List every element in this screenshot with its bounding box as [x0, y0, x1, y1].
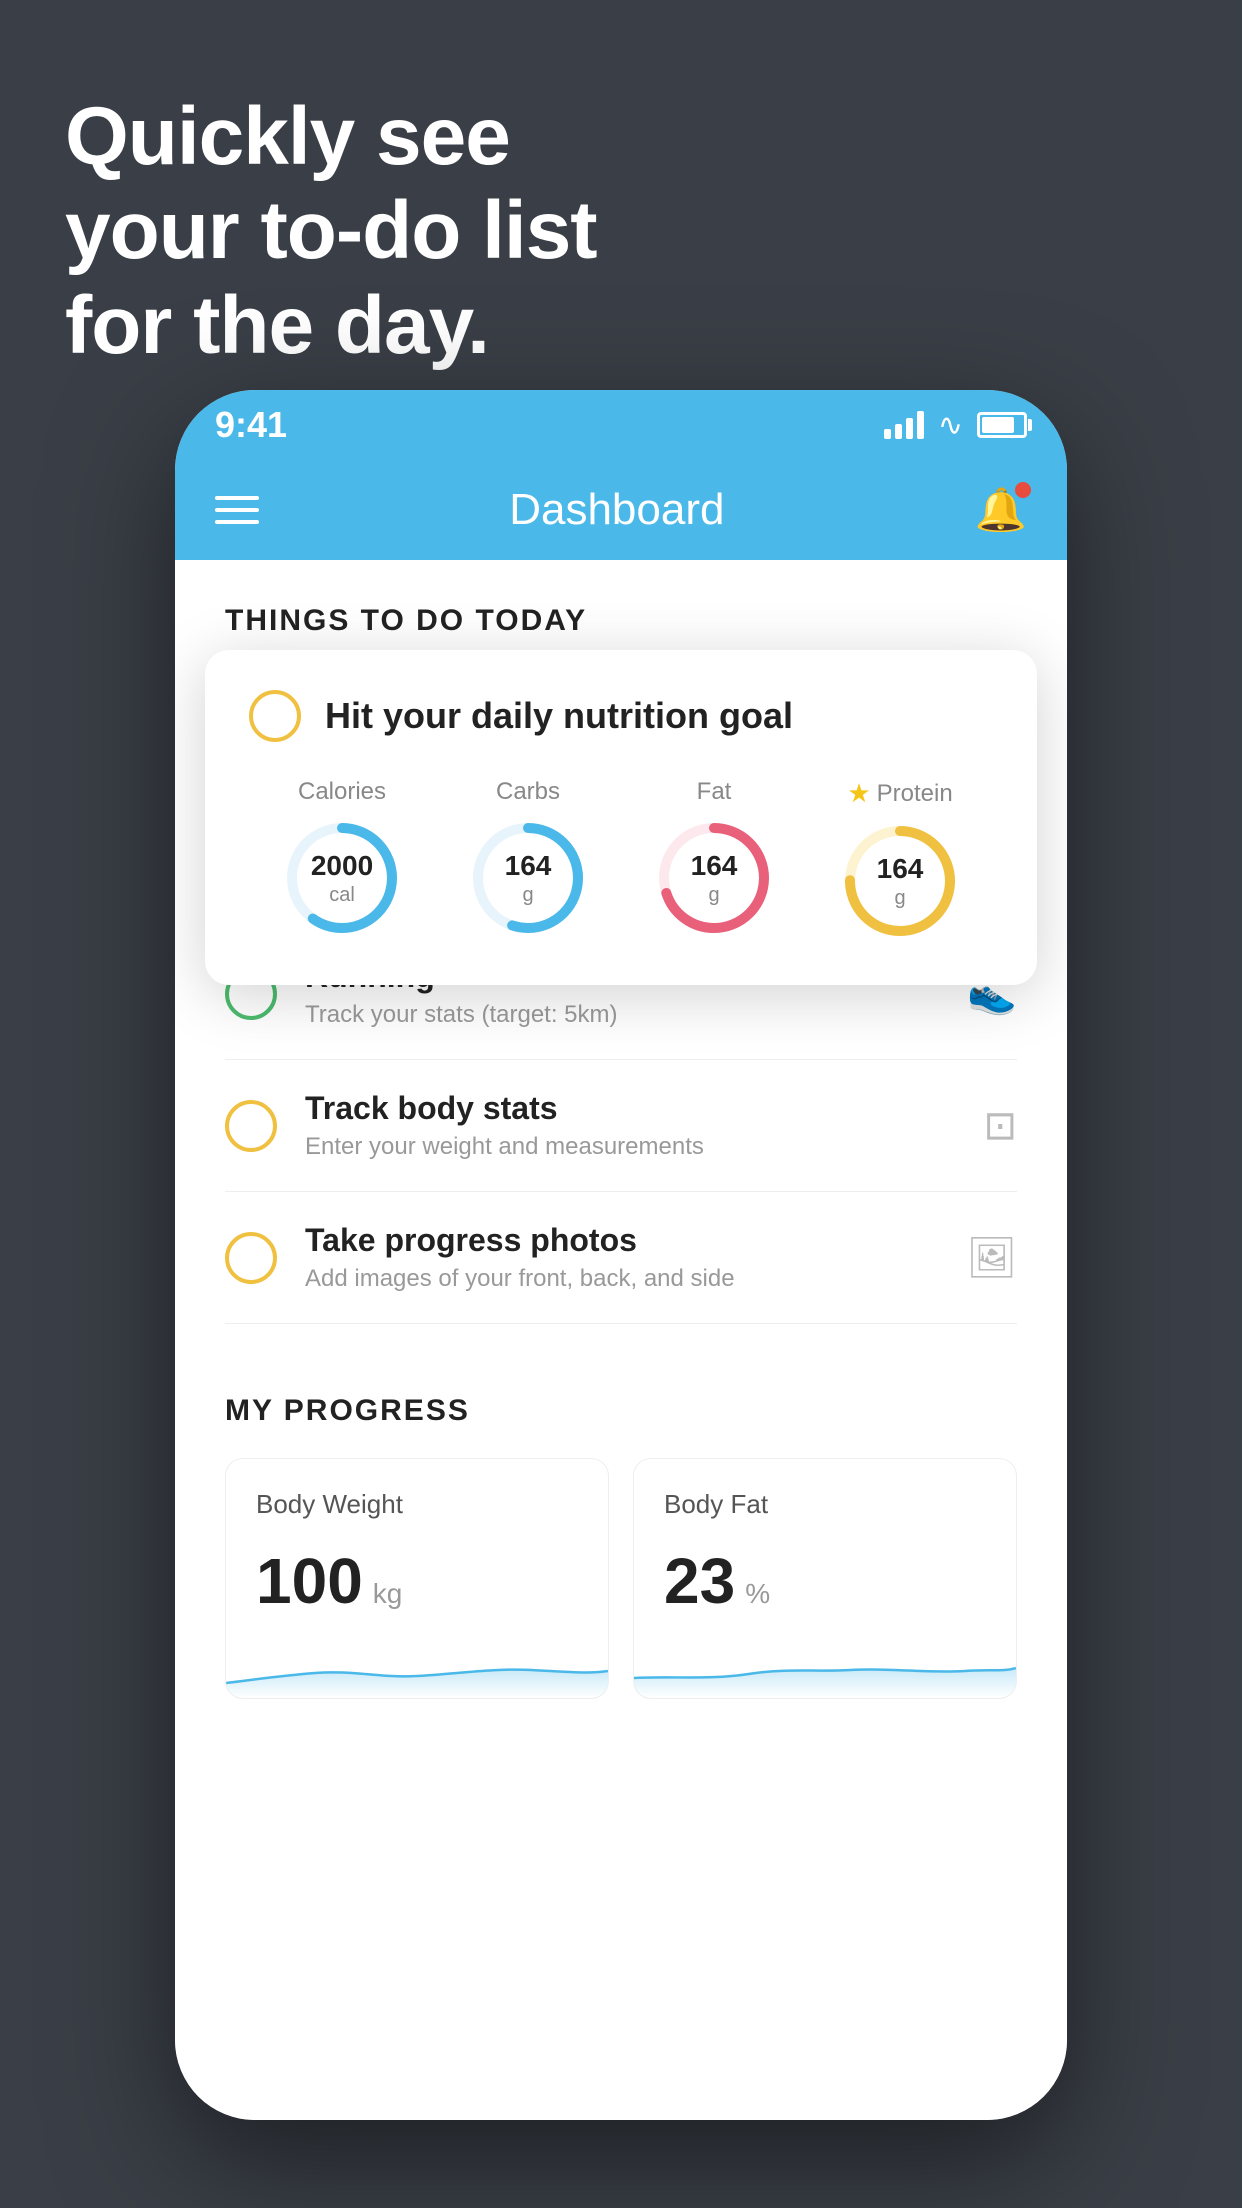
- photos-checkbox[interactable]: [225, 1232, 277, 1284]
- body-stats-title: Track body stats: [305, 1090, 955, 1127]
- nutrition-card: Hit your daily nutrition goal Calories 2…: [205, 650, 1037, 985]
- nutrition-fat: Fat 164 g: [654, 778, 774, 938]
- body-fat-card-title: Body Fat: [664, 1489, 986, 1520]
- calories-label: Calories: [298, 778, 386, 806]
- body-fat-card[interactable]: Body Fat 23 %: [633, 1458, 1017, 1699]
- main-content: THINGS TO DO TODAY Hit your daily nutrit…: [175, 560, 1067, 2120]
- nutrition-carbs: Carbs 164 g: [468, 778, 588, 938]
- carbs-ring: 164 g: [468, 818, 588, 938]
- headline-line2: your to-do list: [65, 185, 597, 276]
- headline-line3: for the day.: [65, 280, 489, 371]
- fat-unit: g: [691, 883, 738, 907]
- fat-ring: 164 g: [654, 818, 774, 938]
- body-fat-value: 23: [664, 1544, 735, 1618]
- signal-icon: [884, 411, 924, 439]
- photos-subtitle: Add images of your front, back, and side: [305, 1265, 938, 1293]
- phone-mockup: 9:41 ∿ Dashboard 🔔 THINGS TO DO TODAY: [175, 390, 1067, 2120]
- fat-value: 164: [691, 849, 738, 883]
- calories-ring: 2000 cal: [282, 818, 402, 938]
- running-subtitle: Track your stats (target: 5km): [305, 1001, 939, 1029]
- calories-unit: cal: [311, 883, 373, 907]
- protein-unit: g: [877, 886, 924, 910]
- app-header: Dashboard 🔔: [175, 460, 1067, 560]
- battery-icon: [977, 412, 1027, 438]
- carbs-unit: g: [505, 883, 552, 907]
- body-stats-info: Track body stats Enter your weight and m…: [305, 1090, 955, 1161]
- carbs-value: 164: [505, 849, 552, 883]
- body-weight-card-title: Body Weight: [256, 1489, 578, 1520]
- photo-icon: 🖼: [966, 1234, 1017, 1281]
- body-fat-value-row: 23 %: [664, 1544, 986, 1618]
- todo-list: Running Track your stats (target: 5km) 👟…: [175, 928, 1067, 1324]
- progress-cards: Body Weight 100 kg: [225, 1458, 1017, 1699]
- todo-item-progress-photos[interactable]: Take progress photos Add images of your …: [225, 1192, 1017, 1324]
- things-to-do-header: THINGS TO DO TODAY: [175, 560, 1067, 658]
- calories-value: 2000: [311, 849, 373, 883]
- headline-line1: Quickly see: [65, 91, 510, 182]
- progress-section-title: MY PROGRESS: [225, 1394, 1017, 1428]
- body-weight-value-row: 100 kg: [256, 1544, 578, 1618]
- body-weight-chart: [226, 1638, 608, 1698]
- protein-label: Protein: [877, 780, 953, 808]
- photos-title: Take progress photos: [305, 1222, 938, 1259]
- progress-section: MY PROGRESS Body Weight 100 kg: [175, 1344, 1067, 1729]
- body-weight-value: 100: [256, 1544, 363, 1618]
- notification-badge: [1015, 482, 1031, 498]
- nutrition-card-title: Hit your daily nutrition goal: [325, 695, 793, 737]
- fat-label: Fat: [697, 778, 732, 806]
- card-title-row: Hit your daily nutrition goal: [249, 690, 993, 742]
- menu-button[interactable]: [215, 496, 259, 524]
- body-stats-checkbox[interactable]: [225, 1100, 277, 1152]
- status-icons: ∿: [884, 408, 1027, 443]
- protein-label-row: ★ Protein: [847, 778, 952, 809]
- body-weight-card[interactable]: Body Weight 100 kg: [225, 1458, 609, 1699]
- protein-ring: 164 g: [840, 821, 960, 941]
- nutrition-protein: ★ Protein 164 g: [840, 778, 960, 941]
- carbs-label: Carbs: [496, 778, 560, 806]
- body-fat-unit: %: [745, 1578, 770, 1610]
- header-title: Dashboard: [509, 485, 724, 535]
- app-headline: Quickly see your to-do list for the day.: [65, 90, 597, 373]
- protein-value: 164: [877, 852, 924, 886]
- wifi-icon: ∿: [938, 408, 963, 443]
- star-icon: ★: [847, 778, 870, 809]
- notifications-button[interactable]: 🔔: [975, 486, 1027, 535]
- body-fat-chart: [634, 1638, 1016, 1698]
- nutrition-calories: Calories 2000 cal: [282, 778, 402, 938]
- body-weight-unit: kg: [373, 1578, 403, 1610]
- todo-item-body-stats[interactable]: Track body stats Enter your weight and m…: [225, 1060, 1017, 1192]
- scale-icon: ⊡: [983, 1103, 1017, 1149]
- photos-info: Take progress photos Add images of your …: [305, 1222, 938, 1293]
- body-stats-subtitle: Enter your weight and measurements: [305, 1133, 955, 1161]
- nutrition-checkbox[interactable]: [249, 690, 301, 742]
- nutrition-row: Calories 2000 cal Carbs: [249, 778, 993, 941]
- status-time: 9:41: [215, 404, 287, 446]
- status-bar: 9:41 ∿: [175, 390, 1067, 460]
